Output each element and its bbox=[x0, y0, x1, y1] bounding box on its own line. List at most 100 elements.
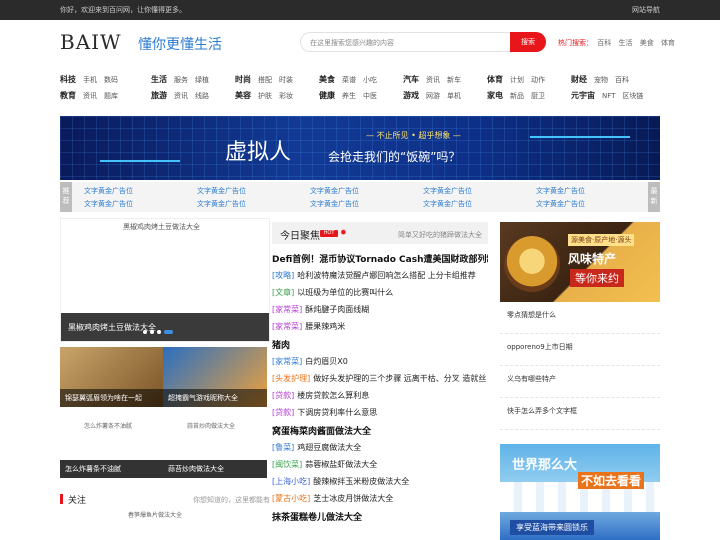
tile-label[interactable]: 蒜苔炒肉做法大全 bbox=[163, 460, 267, 478]
category-main[interactable]: 汽车 bbox=[403, 75, 419, 84]
category-main[interactable]: 元宇宙 bbox=[571, 91, 595, 100]
news-title[interactable]: 酸辣椒拌玉米粉皮做法大全 bbox=[313, 477, 409, 486]
news-item[interactable]: [闽饮菜] 蒜蓉椒盐虾做法大全 bbox=[272, 459, 488, 470]
category-sub[interactable]: 宠物 bbox=[594, 76, 608, 84]
news-tag[interactable]: [攻略] bbox=[272, 271, 294, 280]
category-sub[interactable]: 手机 bbox=[83, 76, 97, 84]
news-headline[interactable]: 抹茶蛋糕卷儿做法大全 bbox=[272, 510, 488, 523]
news-tag[interactable]: [家常菜] bbox=[272, 305, 302, 314]
question-item[interactable]: 零点猜想是什么 bbox=[500, 302, 660, 334]
news-item[interactable]: [贷款] 楼房贷款怎么算利息 bbox=[272, 390, 488, 401]
promo-banner-specialty[interactable]: 源美食·原产地·源头 风味特产 等你来约 bbox=[500, 222, 660, 302]
category-sub[interactable]: 护肤 bbox=[258, 92, 272, 100]
banner-ad[interactable]: 虚拟人 — 不止所见 • 超乎想象 — 会抢走我们的“饭碗”吗？ bbox=[60, 116, 660, 180]
site-nav-link[interactable]: 网站导航 bbox=[632, 5, 660, 15]
news-tag[interactable]: [文章] bbox=[272, 288, 294, 297]
category-main[interactable]: 美容 bbox=[235, 91, 251, 100]
category-sub[interactable]: 中医 bbox=[363, 92, 377, 100]
category-sub[interactable]: 厨卫 bbox=[531, 92, 545, 100]
slider-dot[interactable] bbox=[157, 330, 161, 334]
news-tag[interactable]: [家常菜] bbox=[272, 322, 302, 331]
news-tag[interactable]: [贷款] bbox=[272, 391, 294, 400]
hot-word[interactable]: 百科 bbox=[597, 39, 611, 47]
text-ad-slot[interactable]: 文字黄金广告位 bbox=[423, 199, 472, 209]
category-sub[interactable]: 搭配 bbox=[258, 76, 272, 84]
news-title[interactable]: 腰果辣鸡米 bbox=[305, 322, 345, 331]
news-tag[interactable]: [头发护理] bbox=[272, 374, 310, 383]
news-title[interactable]: 楼房贷款怎么算利息 bbox=[297, 391, 369, 400]
category-main[interactable]: 生活 bbox=[151, 75, 167, 84]
news-item[interactable]: [家常菜] 白灼眉贝X0 bbox=[272, 356, 488, 367]
news-tag[interactable]: [上海小吃] bbox=[272, 477, 310, 486]
category-main[interactable]: 家电 bbox=[487, 91, 503, 100]
text-ad-slot[interactable]: 文字黄金广告位 bbox=[310, 199, 359, 209]
news-item[interactable]: [文章] 以班级为单位的比赛叫什么 bbox=[272, 287, 488, 298]
image-tile[interactable]: 超掩霸气游戏昵称大全 bbox=[163, 347, 267, 407]
category-main[interactable]: 科技 bbox=[60, 75, 76, 84]
news-tag[interactable]: [家常菜] bbox=[272, 357, 302, 366]
category-sub[interactable]: 服务 bbox=[174, 76, 188, 84]
search-input[interactable]: 在这里搜索您感兴趣的内容 bbox=[300, 32, 510, 52]
news-tag[interactable]: [贷款] bbox=[272, 408, 294, 417]
news-tag[interactable]: [鲁菜] bbox=[272, 443, 294, 452]
news-item[interactable]: [上海小吃] 酸辣椒拌玉米粉皮做法大全 bbox=[272, 476, 488, 487]
news-title[interactable]: 鸡翅豆腐做法大全 bbox=[297, 443, 361, 452]
news-title[interactable]: 哈利波特魔法觉醒卢娜回响怎么搭配 上分卡组推荐 bbox=[297, 271, 476, 280]
today-subtitle[interactable]: 简单又好吃的猪蹄做法大全 bbox=[398, 230, 482, 240]
category-sub[interactable]: 百科 bbox=[615, 76, 629, 84]
news-item[interactable]: [蒙古小吃] 芝士冰皮月饼做法大全 bbox=[272, 493, 488, 504]
news-title[interactable]: 以班级为单位的比赛叫什么 bbox=[297, 288, 393, 297]
hot-word[interactable]: 体育 bbox=[661, 39, 675, 47]
category-main[interactable]: 体育 bbox=[487, 75, 503, 84]
category-sub[interactable]: 资讯 bbox=[83, 92, 97, 100]
logo[interactable]: BAIW bbox=[60, 30, 122, 54]
slider-dot[interactable] bbox=[150, 330, 154, 334]
news-item[interactable]: [头发护理] 做好头发护理的三个步骤 远离干枯、分叉 造就丝 bbox=[272, 373, 488, 384]
text-ad-slot[interactable]: 文字黄金广告位 bbox=[197, 186, 246, 196]
category-sub[interactable]: 彩妆 bbox=[279, 92, 293, 100]
text-ad-slot[interactable]: 文字黄金广告位 bbox=[84, 199, 133, 209]
category-sub[interactable]: 数码 bbox=[104, 76, 118, 84]
tile-label[interactable]: 怎么炸薯条不油腻 bbox=[60, 460, 164, 478]
category-main[interactable]: 健康 bbox=[319, 91, 335, 100]
category-sub[interactable]: 网游 bbox=[426, 92, 440, 100]
hot-word[interactable]: 美食 bbox=[640, 39, 654, 47]
tile-label[interactable]: 锦瑟翼弧眉领为啥在一起 bbox=[60, 389, 164, 407]
news-title[interactable]: 酥炖腱子肉面线糊 bbox=[305, 305, 369, 314]
question-item[interactable]: 义乌有哪些特产 bbox=[500, 366, 660, 398]
news-item[interactable]: [家常菜] 腰果辣鸡米 bbox=[272, 321, 488, 332]
category-sub[interactable]: 养生 bbox=[342, 92, 356, 100]
news-headline[interactable]: 猪肉 bbox=[272, 338, 488, 351]
image-tile[interactable]: 锦瑟翼弧眉领为啥在一起 bbox=[60, 347, 164, 407]
text-ad-slot[interactable]: 文字黄金广告位 bbox=[84, 186, 133, 196]
text-ad-slot[interactable]: 文字黄金广告位 bbox=[310, 186, 359, 196]
category-main[interactable]: 游戏 bbox=[403, 91, 419, 100]
news-tag[interactable]: [蒙古小吃] bbox=[272, 494, 310, 503]
text-ad-slot[interactable]: 文字黄金广告位 bbox=[197, 199, 246, 209]
focus-image-alt[interactable]: 春笋爆鱼片做法大全 bbox=[128, 510, 182, 519]
news-title[interactable]: 芝士冰皮月饼做法大全 bbox=[313, 494, 393, 503]
news-title[interactable]: 蒜蓉椒盐虾做法大全 bbox=[305, 460, 377, 469]
news-title[interactable]: 白灼眉贝X0 bbox=[305, 357, 348, 366]
hot-word[interactable]: 生活 bbox=[618, 39, 632, 47]
category-sub[interactable]: 动作 bbox=[531, 76, 545, 84]
question-item[interactable]: 快手怎么弄多个文字框 bbox=[500, 398, 660, 430]
category-main[interactable]: 旅游 bbox=[151, 91, 167, 100]
category-sub[interactable]: 菜谱 bbox=[342, 76, 356, 84]
image-slider[interactable]: 黑椒鸡肉烤土豆做法大全 黑椒鸡肉烤土豆做法大全 bbox=[60, 218, 270, 342]
category-sub[interactable]: 资讯 bbox=[174, 92, 188, 100]
text-ad-slot[interactable]: 文字黄金广告位 bbox=[423, 186, 472, 196]
news-headline[interactable]: Defi首例！混币协议Tornado Cash遭美国财政部列制 bbox=[272, 252, 488, 265]
category-sub[interactable]: 时装 bbox=[279, 76, 293, 84]
news-tag[interactable]: [闽饮菜] bbox=[272, 460, 302, 469]
category-sub[interactable]: 线路 bbox=[195, 92, 209, 100]
news-title[interactable]: 下调房贷利率什么意思 bbox=[297, 408, 377, 417]
category-sub[interactable]: 新品 bbox=[510, 92, 524, 100]
text-ad-slot[interactable]: 文字黄金广告位 bbox=[536, 199, 585, 209]
promo-banner-travel[interactable]: 世界那么大 不如去看看 享受蓝海带来圆锁乐 bbox=[500, 444, 660, 540]
news-title[interactable]: 做好头发护理的三个步骤 远离干枯、分叉 造就丝 bbox=[313, 374, 486, 383]
news-item[interactable]: [攻略] 哈利波特魔法觉醒卢娜回响怎么搭配 上分卡组推荐 bbox=[272, 270, 488, 281]
question-item[interactable]: opporeno9上市日期 bbox=[500, 334, 660, 366]
image-tile[interactable]: 蒜苔炒肉做法大全 蒜苔炒肉做法大全 bbox=[163, 418, 267, 478]
slider-dot[interactable] bbox=[143, 330, 147, 334]
